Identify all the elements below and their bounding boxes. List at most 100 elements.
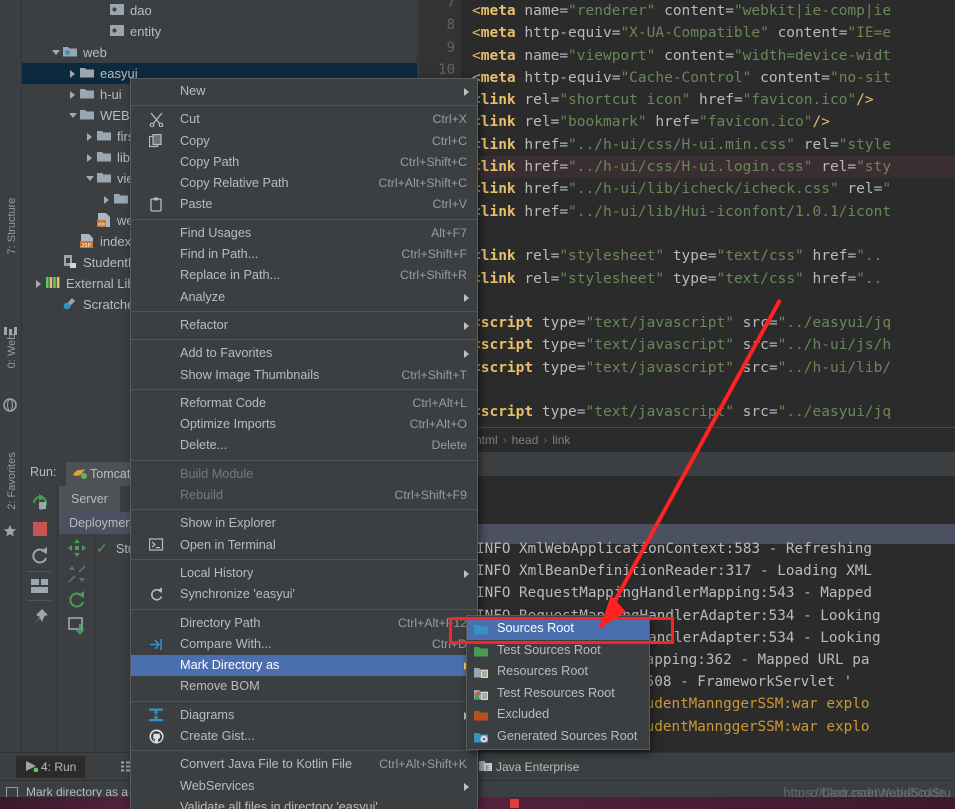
deployment-refresh-icon[interactable]: [67, 590, 87, 615]
menu-item[interactable]: Delete... Delete: [131, 435, 477, 456]
folder-icon: [97, 126, 113, 147]
menu-item[interactable]: Optimize Imports Ctrl+Alt+O: [131, 414, 477, 435]
code-line[interactable]: <link href="../h-ui/css/H-ui.login.css" …: [462, 156, 955, 179]
menu-item[interactable]: New: [131, 81, 477, 102]
menu-item[interactable]: Convert Java File to Kotlin File Ctrl+Alt…: [131, 754, 477, 775]
menu-item[interactable]: Compare With... Ctrl+D: [131, 634, 477, 655]
terminal-icon: [148, 538, 165, 554]
tab-server[interactable]: Server: [59, 486, 120, 512]
mark-directory-as-submenu[interactable]: Sources Root Test Sources Root Resources R…: [466, 615, 650, 750]
submenu-item[interactable]: Test Sources Root: [467, 640, 649, 662]
test-sources-root-icon: [474, 644, 490, 658]
menu-item[interactable]: Analyze: [131, 287, 477, 308]
taskbar-icon-6[interactable]: [510, 799, 519, 808]
tree-row[interactable]: dao: [22, 0, 417, 21]
menu-item[interactable]: Directory Path Ctrl+Alt+F12: [131, 613, 477, 634]
menu-item-label: Optimize Imports: [180, 417, 276, 432]
menu-item[interactable]: Paste Ctrl+V: [131, 194, 477, 215]
code-line[interactable]: <script type="text/javascript" src="../h…: [462, 357, 955, 379]
restart-icon[interactable]: [30, 546, 50, 566]
code-line[interactable]: <link rel="shortcut icon" href="favicon.…: [462, 89, 955, 111]
expand-all-icon[interactable]: [67, 538, 87, 563]
code-line[interactable]: <link rel="stylesheet" type="text/css" h…: [462, 268, 955, 290]
layout-icon[interactable]: [30, 578, 50, 598]
code-line[interactable]: <meta http-equiv="Cache-Control" content…: [462, 67, 955, 89]
code-line[interactable]: [462, 379, 955, 401]
menu-item[interactable]: Show in Explorer: [131, 513, 477, 534]
menu-item[interactable]: Remove BOM: [131, 676, 477, 697]
code-line[interactable]: <link href="../h-ui/css/H-ui.min.css" re…: [462, 134, 955, 156]
tree-row-label: web: [83, 45, 107, 60]
collapse-all-icon[interactable]: [67, 564, 87, 589]
code-line[interactable]: [462, 223, 955, 245]
submenu-item[interactable]: Excluded: [467, 704, 649, 726]
tree-expand-arrow-icon[interactable]: [67, 84, 80, 105]
submenu-item[interactable]: Resources Root: [467, 661, 649, 683]
submenu-item[interactable]: Generated Sources Root: [467, 726, 649, 748]
context-menu[interactable]: New Cut Ctrl+X Copy Ctrl+C Copy Path Ctrl+Shif…: [130, 78, 478, 809]
menu-item[interactable]: Validate all files in directory 'easyui': [131, 797, 477, 809]
code-line[interactable]: <script type="text/javascript" src="../h…: [462, 334, 955, 356]
code-line[interactable]: <link href="../h-ui/lib/icheck/icheck.cs…: [462, 178, 955, 200]
stop-icon[interactable]: [30, 519, 50, 539]
menu-item[interactable]: Copy Ctrl+C: [131, 131, 477, 152]
menu-item[interactable]: Replace in Path... Ctrl+Shift+R: [131, 265, 477, 286]
tree-expand-arrow-icon[interactable]: [84, 147, 97, 168]
code-line[interactable]: <script type="text/javascript" src="../e…: [462, 312, 955, 334]
tool-tab-favorites[interactable]: 2: Favorites: [1, 445, 23, 517]
menu-item[interactable]: Show Image Thumbnails Ctrl+Shift+T: [131, 365, 477, 386]
tree-row[interactable]: entity: [22, 21, 417, 42]
code-line[interactable]: [462, 290, 955, 312]
code-line[interactable]: <link rel="stylesheet" type="text/css" h…: [462, 245, 955, 267]
menu-item[interactable]: Open in Terminal: [131, 535, 477, 556]
tree-expand-arrow-icon[interactable]: [67, 63, 80, 84]
menu-item[interactable]: Diagrams: [131, 705, 477, 726]
code-line[interactable]: <script type="text/javascript" src="../e…: [462, 401, 955, 423]
menu-item[interactable]: Find in Path... Ctrl+Shift+F: [131, 244, 477, 265]
menu-item[interactable]: Copy Relative Path Ctrl+Alt+Shift+C: [131, 173, 477, 194]
tree-collapse-arrow-icon[interactable]: [67, 105, 80, 126]
menu-item[interactable]: Add to Favorites: [131, 343, 477, 364]
menu-item[interactable]: Local History: [131, 563, 477, 584]
paste-icon: [149, 197, 165, 213]
chevron-right-icon: [464, 321, 469, 330]
folder-icon: [80, 63, 96, 84]
code-line[interactable]: <meta http-equiv="X-UA-Compatible" conte…: [462, 22, 955, 44]
tool-tab-structure[interactable]: 7: Structure: [1, 190, 23, 262]
code-editor[interactable]: 7 8 9 10 <meta name="renderer" content="web…: [419, 0, 955, 452]
submenu-item-label: Generated Sources Root: [497, 728, 638, 743]
menu-item[interactable]: Cut Ctrl+X: [131, 109, 477, 130]
menu-item[interactable]: Mark Directory as: [131, 655, 477, 677]
editor-code-area[interactable]: <meta name="renderer" content="webkit|ie…: [462, 0, 955, 452]
tree-expand-arrow-icon[interactable]: [84, 126, 97, 147]
submenu-item[interactable]: Sources Root: [467, 618, 649, 640]
breadcrumb-html[interactable]: html: [475, 433, 498, 447]
menu-item[interactable]: WebServices: [131, 776, 477, 797]
breadcrumb-head[interactable]: head: [512, 433, 539, 447]
submenu-item[interactable]: Test Resources Root: [467, 683, 649, 705]
code-line[interactable]: <meta name="viewport" content="width=dev…: [462, 45, 955, 67]
tree-collapse-arrow-icon[interactable]: [50, 42, 63, 63]
code-line[interactable]: <meta name="renderer" content="webkit|ie…: [462, 0, 955, 22]
module-icon: [63, 252, 79, 273]
menu-item[interactable]: Create Gist...: [131, 726, 477, 747]
tree-expand-arrow-icon[interactable]: [33, 273, 46, 294]
tree-expand-arrow-icon[interactable]: [101, 189, 114, 210]
menu-separator: [131, 608, 477, 610]
menu-item[interactable]: Copy Path Ctrl+Shift+C: [131, 152, 477, 173]
menu-item[interactable]: Refactor: [131, 315, 477, 336]
pin-icon[interactable]: [30, 607, 50, 627]
menu-item[interactable]: Find Usages Alt+F7: [131, 223, 477, 244]
tree-row[interactable]: web: [22, 42, 417, 63]
deploy-download-icon[interactable]: [67, 616, 87, 641]
menu-item[interactable]: Synchronize 'easyui': [131, 584, 477, 605]
code-line[interactable]: <link rel="bookmark" href="favicon.ico"/…: [462, 111, 955, 133]
rerun-icon[interactable]: [30, 492, 50, 512]
menu-item-shortcut: Ctrl+V: [432, 197, 467, 212]
bottom-tab-run[interactable]: 4: Run: [16, 756, 86, 778]
code-line[interactable]: <link href="../h-ui/lib/Hui-iconfont/1.0…: [462, 201, 955, 223]
tree-collapse-arrow-icon[interactable]: [84, 168, 97, 189]
menu-item[interactable]: Reformat Code Ctrl+Alt+L: [131, 393, 477, 414]
breadcrumb-link[interactable]: link: [552, 433, 570, 447]
bottom-tab-java-enterprise[interactable]: E Java Enterprise: [470, 756, 588, 778]
